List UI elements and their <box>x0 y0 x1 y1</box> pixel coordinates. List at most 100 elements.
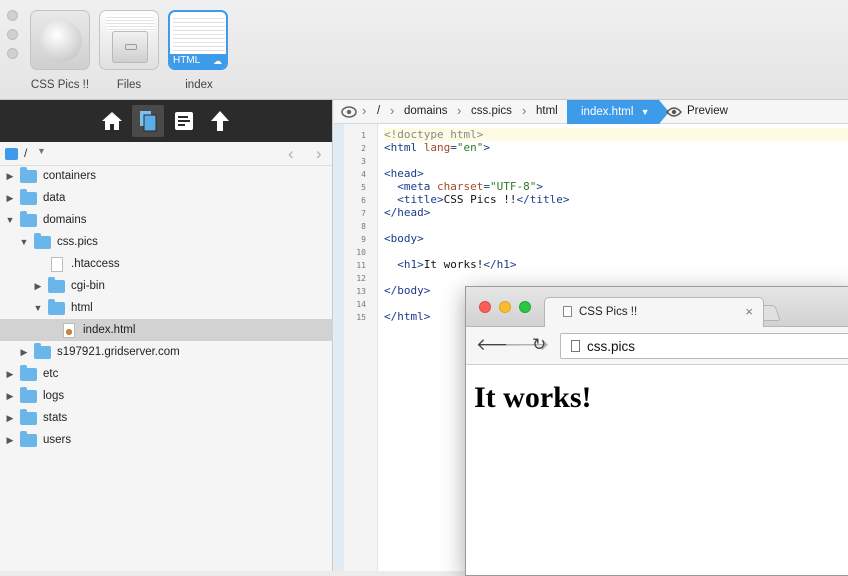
tree-row-label: stats <box>43 412 68 424</box>
tree-row-users[interactable]: ▶ users <box>0 429 333 451</box>
disclosure-triangle-icon[interactable]: ▶ <box>5 391 15 402</box>
tree-row-html[interactable]: ▼ html <box>0 297 333 319</box>
code-line[interactable]: <h1>It works!</h1> <box>384 258 516 271</box>
line-number: 2 <box>361 144 366 153</box>
thumbnail-css-pics[interactable] <box>30 10 90 70</box>
disclosure-triangle-open-icon[interactable]: ▼ <box>33 303 43 313</box>
tree-row-containers[interactable]: ▶ containers <box>0 165 333 187</box>
tree-row-label: containers <box>43 170 97 182</box>
thumbnail-label: CSS Pics !! <box>30 79 90 91</box>
thumbnail-label: Files <box>116 79 142 91</box>
chevron-down-icon[interactable]: ▼ <box>37 146 46 156</box>
folder-icon <box>20 408 37 425</box>
address-text[interactable]: css.pics <box>587 339 635 354</box>
forward-chevron-icon[interactable]: › <box>316 144 322 164</box>
tree-row-cgi-bin[interactable]: ▶ cgi-bin <box>0 275 333 297</box>
back-chevron-icon[interactable]: ‹ <box>288 144 294 164</box>
code-line[interactable]: <!doctype html> <box>384 128 848 141</box>
thumbnail-files[interactable] <box>99 10 159 70</box>
files-icon <box>140 111 157 132</box>
disclosure-triangle-icon[interactable]: ▶ <box>5 369 15 380</box>
tree-row-index-html[interactable]: index.html <box>0 319 333 341</box>
line-number: 14 <box>356 300 366 309</box>
code-preview-icon <box>173 15 225 51</box>
breadcrumb-domains[interactable]: domains <box>404 105 447 117</box>
close-tab-icon[interactable]: × <box>745 304 753 319</box>
server-eye-icon[interactable] <box>341 105 357 119</box>
disclosure-triangle-icon[interactable]: ▶ <box>19 347 29 358</box>
minimize-window-button[interactable] <box>499 301 511 313</box>
window-zoom-button[interactable] <box>7 48 18 59</box>
tree-row-label: users <box>43 434 72 446</box>
tree-row-logs[interactable]: ▶ logs <box>0 385 333 407</box>
html-badge: HTML ☁ <box>170 54 226 68</box>
line-number: 11 <box>356 261 366 270</box>
eye-icon[interactable] <box>666 106 682 118</box>
line-number: 12 <box>356 274 366 283</box>
tree-row-css-pics[interactable]: ▼ css.pics <box>0 231 333 253</box>
maximize-window-button[interactable] <box>519 301 531 313</box>
close-window-button[interactable] <box>479 301 491 313</box>
thumbnail-index[interactable]: HTML ☁ <box>168 10 228 70</box>
folder-icon <box>48 276 65 293</box>
file-icon <box>51 256 63 272</box>
line-number: 13 <box>356 287 366 296</box>
page-icon <box>571 340 580 352</box>
breadcrumb-root[interactable]: / <box>377 105 380 117</box>
path-bar: / ▼ ‹ › <box>0 142 332 166</box>
breadcrumb-current-file[interactable]: index.html ▼ <box>567 100 669 124</box>
line-number: 15 <box>356 313 366 322</box>
tree-row-stats[interactable]: ▶ stats <box>0 407 333 429</box>
line-number: 1 <box>361 131 366 140</box>
disclosure-triangle-icon[interactable]: ▶ <box>5 193 15 204</box>
address-bar[interactable]: css.pics <box>560 333 848 359</box>
files-button[interactable] <box>132 105 164 137</box>
tree-row-htaccess[interactable]: .htaccess <box>0 253 333 275</box>
disclosure-triangle-open-icon[interactable]: ▼ <box>19 237 29 247</box>
document-lines-icon <box>106 15 154 31</box>
disclosure-triangle-icon[interactable]: ▶ <box>5 435 15 446</box>
breadcrumb-separator: › <box>457 103 462 118</box>
preview-button[interactable]: Preview <box>687 105 728 117</box>
folder-icon <box>20 166 37 183</box>
breadcrumb: › / › domains › css.pics › html index.ht… <box>334 100 848 124</box>
folder-icon <box>34 342 51 359</box>
chevron-down-icon[interactable]: ▼ <box>641 107 650 117</box>
breadcrumb-css-pics[interactable]: css.pics <box>471 105 512 117</box>
line-number: 10 <box>356 248 366 257</box>
code-line[interactable]: <body> <box>384 232 424 245</box>
line-number: 4 <box>361 170 366 179</box>
code-line[interactable]: </body> <box>384 284 430 297</box>
sidebar-toolbar <box>0 100 332 142</box>
code-line[interactable]: <meta charset="UTF-8"> <box>384 180 543 193</box>
document-outline-button[interactable] <box>168 105 200 137</box>
tree-row-domains[interactable]: ▼ domains <box>0 209 333 231</box>
page-icon <box>563 306 572 317</box>
window-minimize-button[interactable] <box>7 29 18 40</box>
window-close-button[interactable] <box>7 10 18 21</box>
reload-icon[interactable]: ↻ <box>532 335 546 355</box>
tree-row-etc[interactable]: ▶ etc <box>0 363 333 385</box>
code-line[interactable]: </html> <box>384 310 430 323</box>
breadcrumb-html[interactable]: html <box>536 105 558 117</box>
breadcrumb-separator: › <box>362 103 367 118</box>
file-shelf: CSS Pics !! Files HTML ☁ index <box>0 0 848 100</box>
tree-row-data[interactable]: ▶ data <box>0 187 333 209</box>
code-line[interactable]: <title>CSS Pics !!</title> <box>384 193 569 206</box>
code-line[interactable]: </head> <box>384 206 430 219</box>
document-outline-icon <box>175 112 193 130</box>
disclosure-triangle-icon[interactable]: ▶ <box>5 413 15 424</box>
code-line[interactable]: <head> <box>384 167 424 180</box>
browser-tab[interactable]: CSS Pics !! × <box>544 297 764 327</box>
current-path[interactable]: / <box>24 146 27 160</box>
disclosure-triangle-icon[interactable]: ▶ <box>33 281 43 292</box>
code-line[interactable]: <html lang="en"> <box>384 141 490 154</box>
tree-row-gridserver[interactable]: ▶ s197921.gridserver.com <box>0 341 333 363</box>
disclosure-triangle-icon[interactable]: ▶ <box>5 171 15 182</box>
thumbnail-label: index <box>185 79 213 91</box>
file-cabinet-icon <box>112 31 148 63</box>
disclosure-triangle-open-icon[interactable]: ▼ <box>5 215 15 225</box>
home-button[interactable] <box>96 105 128 137</box>
upload-button[interactable] <box>204 105 236 137</box>
line-number: 6 <box>361 196 366 205</box>
